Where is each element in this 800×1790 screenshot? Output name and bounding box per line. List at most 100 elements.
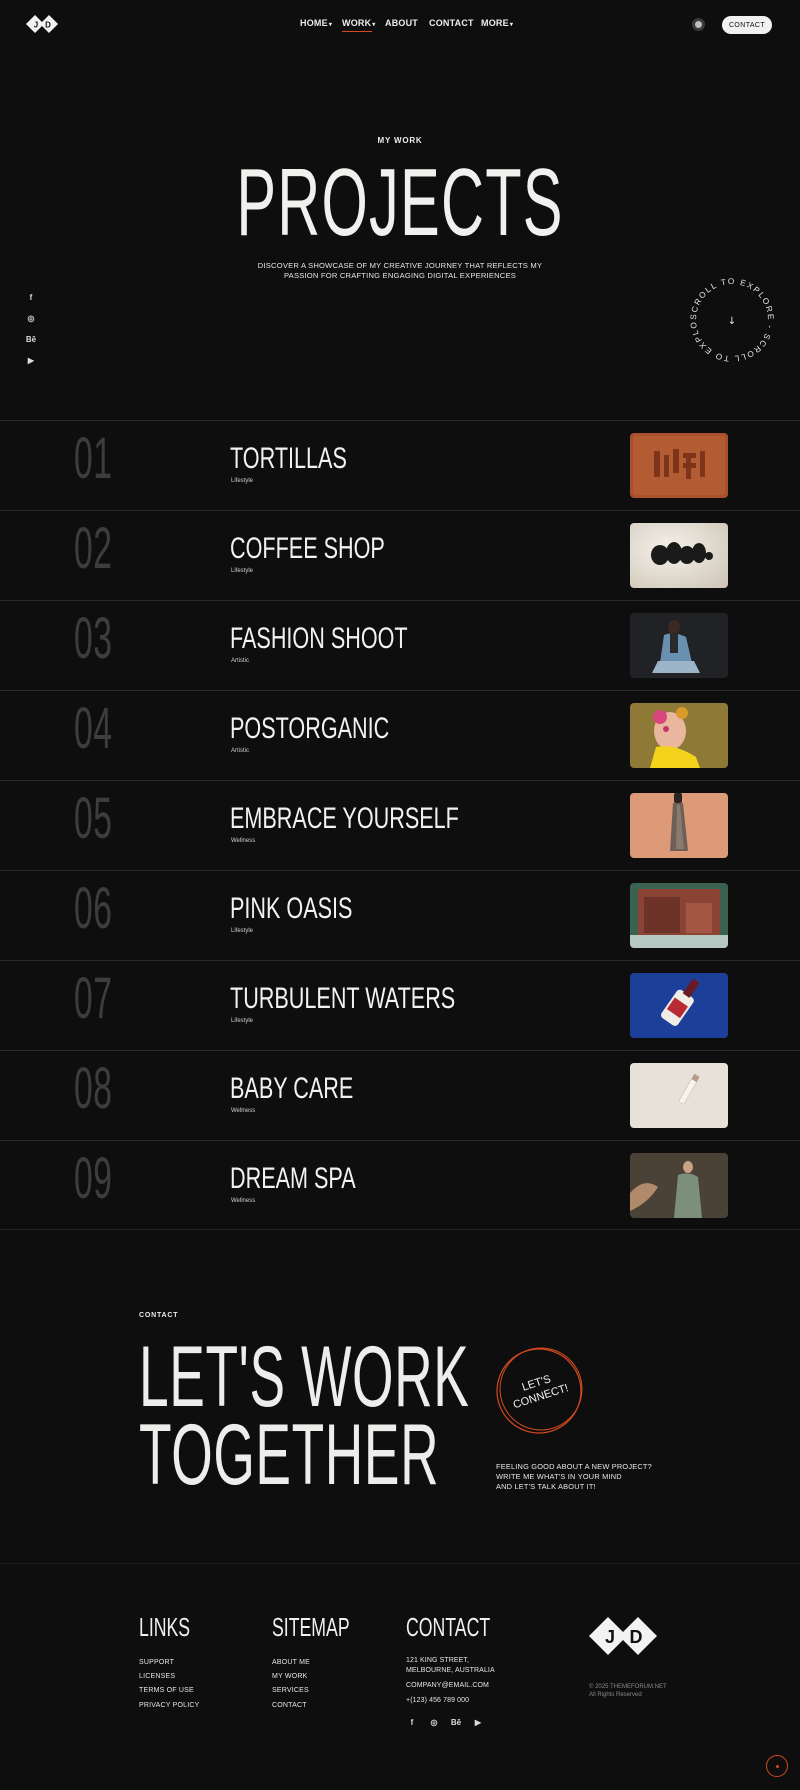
page-title: PROJECTS (236, 149, 564, 256)
project-number: 07 (74, 966, 113, 1031)
project-category: Lifestyle (231, 1018, 254, 1024)
contact-eyebrow: CONTACT (139, 1312, 179, 1319)
footer-link-licenses[interactable]: LICENSES (139, 1670, 200, 1684)
project-category: Wellness (231, 1108, 256, 1114)
project-row[interactable]: 04 POSTORGANIC Artistic (0, 690, 800, 780)
nav-more[interactable]: MORE▾ (481, 18, 513, 28)
back-to-top-button[interactable] (766, 1755, 788, 1777)
hero-eyebrow: MY WORK (377, 136, 423, 145)
project-thumbnail[interactable] (630, 523, 728, 588)
footer-sitemap-list: ABOUT ME MY WORK SERVICES CONTACT (272, 1656, 310, 1713)
social-links: f ◎ Bē ▶ (25, 292, 37, 376)
logo-letter-d: D (45, 21, 51, 30)
footer-link-terms[interactable]: TERMS OF USE (139, 1684, 200, 1698)
project-category: Artistic (231, 658, 249, 664)
project-title[interactable]: PINK OASIS (230, 893, 352, 925)
footer-phone[interactable]: +(123) 456 789 000 (406, 1696, 495, 1706)
footer-link-privacy[interactable]: PRIVACY POLICY (139, 1699, 200, 1713)
logo[interactable]: J D (26, 13, 58, 35)
youtube-icon[interactable]: ▶ (25, 355, 37, 367)
project-row[interactable]: 05 EMBRACE YOURSELF Wellness (0, 780, 800, 870)
footer-links-heading: LINKS (139, 1612, 191, 1642)
footer-logo-letter-j: J (605, 1627, 615, 1647)
footer-sitemap-heading: SITEMAP (272, 1612, 350, 1642)
project-thumbnail[interactable] (630, 703, 728, 768)
facebook-icon[interactable]: f (406, 1717, 418, 1729)
project-category: Wellness (231, 1198, 256, 1204)
project-number: 02 (74, 516, 113, 581)
project-title[interactable]: TURBULENT WATERS (230, 983, 455, 1015)
project-thumbnail[interactable] (630, 883, 728, 948)
project-row[interactable]: 01 TORTILLAS Lifestyle (0, 420, 800, 510)
footer-contact-heading: CONTACT (406, 1612, 491, 1642)
nav-home[interactable]: HOME▾ (300, 18, 332, 28)
project-number: 04 (74, 696, 113, 761)
project-thumbnail[interactable] (630, 1153, 728, 1218)
project-number: 06 (74, 876, 113, 941)
project-row[interactable]: 08 BABY CARE Wellness (0, 1050, 800, 1140)
project-title[interactable]: TORTILLAS (230, 443, 347, 475)
footer-address-line2: MELBOURNE, AUSTRALIA (406, 1667, 495, 1674)
behance-icon[interactable]: Bē (450, 1717, 462, 1729)
facebook-icon[interactable]: f (25, 292, 37, 304)
sitemap-link-work[interactable]: MY WORK (272, 1670, 310, 1684)
project-thumbnail[interactable] (630, 613, 728, 678)
project-category: Lifestyle (231, 568, 254, 574)
project-row[interactable]: 09 DREAM SPA Wellness (0, 1140, 800, 1230)
project-thumbnail[interactable] (630, 793, 728, 858)
cta-heading: LET'S WORK TOGETHER (139, 1329, 470, 1503)
footer-logo[interactable]: J D (589, 1613, 657, 1659)
footer-contact-info: 121 KING STREET, MELBOURNE, AUSTRALIA CO… (406, 1656, 495, 1706)
theme-toggle[interactable] (692, 18, 705, 31)
footer-logo-letter-d: D (630, 1627, 643, 1647)
footer-links-list: SUPPORT LICENSES TERMS OF USE PRIVACY PO… (139, 1656, 200, 1713)
project-category: Artistic (231, 748, 249, 754)
dribbble-icon[interactable]: ◎ (25, 313, 37, 325)
project-number: 09 (74, 1146, 113, 1211)
logo-letter-j: J (34, 21, 38, 30)
project-row[interactable]: 07 TURBULENT WATERS Lifestyle (0, 960, 800, 1050)
project-thumbnail[interactable] (630, 433, 728, 498)
youtube-icon[interactable]: ▶ (472, 1717, 484, 1729)
header-contact-button[interactable]: CONTACT (722, 16, 772, 34)
project-title[interactable]: BABY CARE (230, 1073, 353, 1105)
project-title[interactable]: EMBRACE YOURSELF (230, 803, 459, 835)
nav-active-indicator (342, 31, 372, 32)
project-row[interactable]: 02 COFFEE SHOP Lifestyle (0, 510, 800, 600)
cta-copy: FEELING GOOD ABOUT A NEW PROJECT? WRITE … (496, 1462, 652, 1491)
behance-icon[interactable]: Bē (25, 334, 37, 346)
project-category: Lifestyle (231, 928, 254, 934)
nav-work[interactable]: WORK▾ (342, 18, 376, 32)
project-title[interactable]: DREAM SPA (230, 1163, 356, 1195)
lets-connect-button[interactable]: LET'S CONNECT! (494, 1346, 584, 1436)
nav-about[interactable]: ABOUT (385, 18, 418, 28)
project-title[interactable]: COFFEE SHOP (230, 533, 385, 565)
footer-address-line1: 121 KING STREET, (406, 1657, 470, 1664)
project-title[interactable]: FASHION SHOOT (230, 623, 408, 655)
project-thumbnail[interactable] (630, 1063, 728, 1128)
footer-email[interactable]: COMPANY@EMAIL.COM (406, 1681, 495, 1691)
footer-link-support[interactable]: SUPPORT (139, 1656, 200, 1670)
sitemap-link-about[interactable]: ABOUT ME (272, 1656, 310, 1670)
sitemap-link-services[interactable]: SERVICES (272, 1684, 310, 1698)
nav-contact[interactable]: CONTACT (429, 18, 474, 28)
project-number: 01 (74, 426, 113, 491)
project-category: Lifestyle (231, 478, 254, 484)
hero-description: DISCOVER A SHOWCASE OF MY CREATIVE JOURN… (257, 261, 543, 280)
sitemap-link-contact[interactable]: CONTACT (272, 1699, 310, 1713)
project-thumbnail[interactable] (630, 973, 728, 1038)
project-row[interactable]: 03 FASHION SHOOT Artistic (0, 600, 800, 690)
project-title[interactable]: POSTORGANIC (230, 713, 389, 745)
copyright: © 2025 THEMEFORUM.NET All Rights Reserve… (589, 1684, 667, 1698)
project-number: 05 (74, 786, 113, 851)
footer-social-links: f ◎ Bē ▶ (406, 1717, 484, 1729)
project-category: Wellness (231, 838, 256, 844)
project-number: 03 (74, 606, 113, 671)
projects-list: 01 TORTILLAS Lifestyle 02 COFFEE SHOP Li… (0, 420, 800, 1230)
footer-divider (0, 1563, 800, 1564)
dribbble-icon[interactable]: ◎ (428, 1717, 440, 1729)
scroll-to-explore-badge[interactable]: SCROLL TO EXPLORE - SCROLL TO EXPLORE - … (686, 274, 778, 366)
arrow-down-icon: ↓ (728, 316, 736, 327)
project-number: 08 (74, 1056, 113, 1121)
project-row[interactable]: 06 PINK OASIS Lifestyle (0, 870, 800, 960)
